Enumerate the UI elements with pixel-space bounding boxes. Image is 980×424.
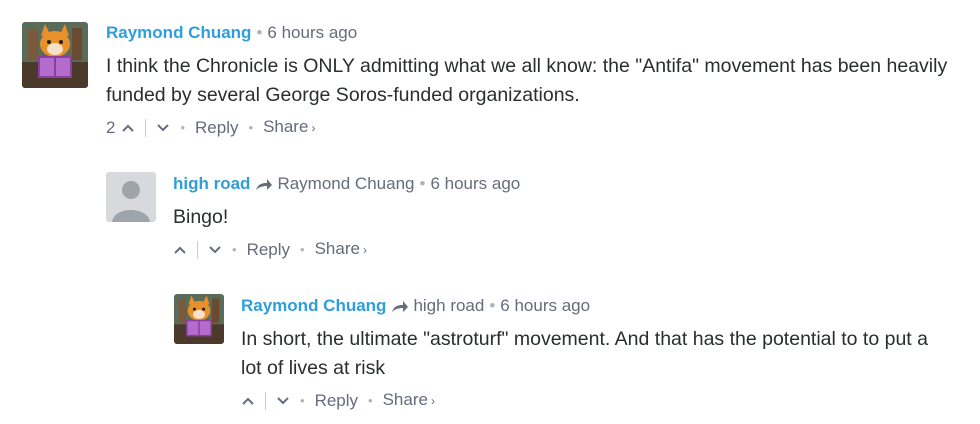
vote-count: 2 bbox=[106, 117, 116, 137]
separator-dot: • bbox=[256, 23, 263, 42]
avatar[interactable] bbox=[106, 172, 156, 222]
chevron-right-icon: › bbox=[311, 121, 316, 135]
timestamp[interactable]: 6 hours ago bbox=[267, 23, 357, 42]
reply-button[interactable]: Reply bbox=[195, 117, 238, 139]
comment-text: I think the Chronicle is ONLY admitting … bbox=[106, 55, 948, 106]
comment-meta: Raymond Chuang • 6 hours ago bbox=[106, 22, 966, 44]
default-user-avatar-icon bbox=[106, 172, 156, 222]
comment: high road Raymond Chuang • 6 hours ago Bing… bbox=[0, 150, 980, 270]
downvote-button[interactable] bbox=[276, 396, 290, 406]
vote-divider bbox=[145, 118, 147, 137]
upvote-button[interactable] bbox=[241, 396, 255, 406]
comment: Raymond Chuang high road • 6 hours ago In s… bbox=[0, 272, 980, 424]
reply-to-author[interactable]: Raymond Chuang bbox=[277, 174, 414, 193]
reply-arrow-icon bbox=[256, 178, 273, 190]
share-button[interactable]: Share › bbox=[383, 389, 435, 412]
upvote-button[interactable]: 2 bbox=[106, 117, 135, 139]
vote-divider bbox=[265, 391, 266, 410]
chevron-right-icon: › bbox=[362, 243, 367, 257]
comment-body: high road Raymond Chuang • 6 hours ago Bing… bbox=[173, 173, 953, 261]
comment-meta: high road Raymond Chuang • 6 hours ago bbox=[173, 173, 953, 195]
comment-body: Raymond Chuang • 6 hours ago I think the C… bbox=[106, 22, 966, 139]
chevron-up-icon bbox=[242, 397, 254, 405]
comment-body: Raymond Chuang high road • 6 hours ago In s… bbox=[241, 295, 941, 412]
reply-to-author[interactable]: high road bbox=[413, 296, 484, 315]
fox-reading-avatar-icon bbox=[22, 22, 88, 88]
comment-footer: 2 • Reply • Share › bbox=[106, 116, 966, 139]
downvote-button[interactable] bbox=[156, 123, 170, 133]
timestamp[interactable]: 6 hours ago bbox=[500, 296, 590, 315]
separator-dot: • bbox=[419, 174, 426, 193]
separator-dot: • bbox=[180, 119, 186, 135]
reply-button[interactable]: Reply bbox=[247, 239, 290, 261]
chevron-down-icon bbox=[209, 245, 221, 253]
separator-dot: • bbox=[368, 392, 373, 408]
share-label: Share bbox=[382, 390, 428, 409]
fox-reading-avatar-icon bbox=[174, 294, 224, 344]
vote-divider bbox=[197, 240, 198, 259]
author-name[interactable]: Raymond Chuang bbox=[241, 296, 386, 315]
reply-arrow-icon bbox=[392, 300, 409, 312]
avatar[interactable] bbox=[22, 22, 88, 88]
comment-text: Bingo! bbox=[173, 206, 229, 228]
separator-dot: • bbox=[248, 119, 254, 135]
timestamp[interactable]: 6 hours ago bbox=[430, 174, 520, 193]
comment-text: In short, the ultimate "astroturf" movem… bbox=[241, 328, 928, 379]
share-label: Share bbox=[314, 239, 360, 258]
avatar[interactable] bbox=[174, 294, 224, 344]
share-button[interactable]: Share › bbox=[315, 238, 367, 261]
separator-dot: • bbox=[232, 241, 237, 257]
chevron-up-icon bbox=[122, 124, 135, 132]
downvote-button[interactable] bbox=[208, 245, 222, 255]
author-name[interactable]: Raymond Chuang bbox=[106, 23, 251, 42]
separator-dot: • bbox=[489, 296, 496, 315]
chevron-down-icon bbox=[277, 396, 289, 404]
share-label: Share bbox=[263, 117, 309, 136]
comment-meta: Raymond Chuang high road • 6 hours ago bbox=[241, 295, 941, 317]
comment: Raymond Chuang • 6 hours ago I think the C… bbox=[0, 0, 980, 140]
author-name[interactable]: high road bbox=[173, 174, 250, 193]
comment-footer: • Reply • Share › bbox=[173, 238, 953, 261]
chevron-right-icon: › bbox=[430, 394, 435, 408]
chevron-down-icon bbox=[157, 123, 170, 131]
chevron-up-icon bbox=[174, 246, 186, 254]
share-button[interactable]: Share › bbox=[263, 116, 315, 139]
comment-footer: • Reply • Share › bbox=[241, 389, 941, 412]
upvote-button[interactable] bbox=[173, 245, 187, 255]
separator-dot: • bbox=[300, 392, 305, 408]
reply-button[interactable]: Reply bbox=[315, 390, 358, 412]
separator-dot: • bbox=[300, 241, 305, 257]
